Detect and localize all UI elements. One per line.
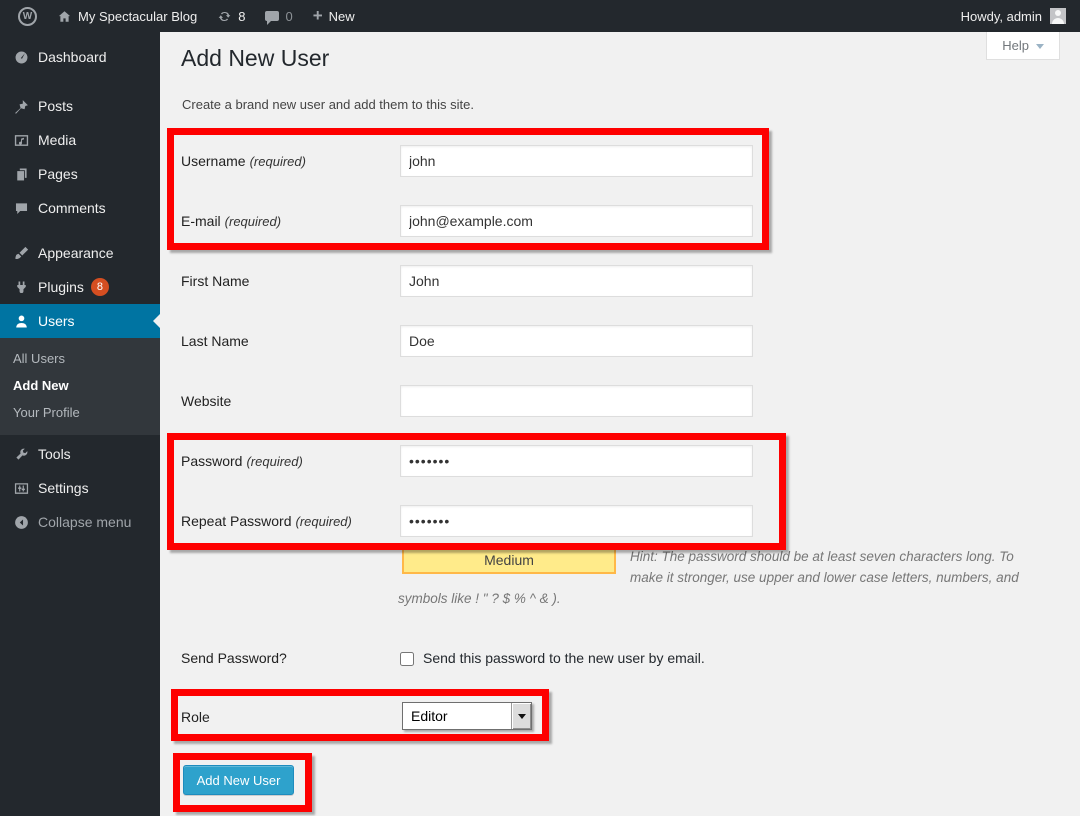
add-new-user-button[interactable]: Add New User bbox=[183, 765, 294, 795]
submenu-item-all-users[interactable]: All Users bbox=[0, 345, 160, 372]
first-name-label: First Name bbox=[181, 273, 249, 289]
password-strength-indicator: Medium bbox=[402, 546, 616, 574]
site-name: My Spectacular Blog bbox=[78, 9, 197, 24]
brush-icon bbox=[11, 243, 31, 263]
collapse-arrow-icon bbox=[11, 512, 31, 532]
sidebar-item-dashboard[interactable]: Dashboard bbox=[0, 40, 160, 74]
role-label: Role bbox=[181, 709, 210, 725]
updates-icon bbox=[217, 9, 232, 24]
new-content-link[interactable]: + New bbox=[303, 0, 365, 32]
home-icon bbox=[57, 9, 72, 24]
account-menu[interactable]: Howdy, admin bbox=[961, 8, 1080, 24]
pages-icon bbox=[11, 164, 31, 184]
avatar bbox=[1050, 8, 1066, 24]
first-name-input[interactable] bbox=[400, 265, 753, 297]
username-label: Username(required) bbox=[181, 153, 306, 169]
update-count: 8 bbox=[238, 9, 245, 24]
password-input[interactable] bbox=[400, 445, 753, 477]
page-title: Add New User bbox=[181, 45, 329, 72]
help-button[interactable]: Help bbox=[986, 32, 1060, 60]
repeat-password-input[interactable] bbox=[400, 505, 753, 537]
plus-icon: + bbox=[313, 9, 323, 23]
repeat-password-label: Repeat Password(required) bbox=[181, 513, 352, 529]
users-icon bbox=[11, 311, 31, 331]
select-dropdown-arrow-icon bbox=[511, 703, 531, 729]
admin-sidebar: Dashboard Posts Media Pages Comments App… bbox=[0, 32, 160, 816]
sidebar-item-pages[interactable]: Pages bbox=[0, 157, 160, 191]
sidebar-item-settings[interactable]: Settings bbox=[0, 471, 160, 505]
admin-bar: W My Spectacular Blog 8 0 + New Howdy, a… bbox=[0, 0, 1080, 32]
media-icon bbox=[11, 130, 31, 150]
howdy-text: Howdy, admin bbox=[961, 9, 1042, 24]
comment-count: 0 bbox=[285, 9, 292, 24]
submenu-item-add-new[interactable]: Add New bbox=[0, 372, 160, 399]
plugins-update-badge: 8 bbox=[91, 278, 109, 296]
updates-link[interactable]: 8 bbox=[207, 0, 255, 32]
comments-icon bbox=[11, 198, 31, 218]
site-name-link[interactable]: My Spectacular Blog bbox=[47, 0, 207, 32]
send-password-checkbox-label: Send this password to the new user by em… bbox=[423, 650, 705, 666]
last-name-label: Last Name bbox=[181, 333, 249, 349]
send-password-label: Send Password? bbox=[181, 650, 287, 666]
username-input[interactable] bbox=[400, 145, 753, 177]
email-input[interactable] bbox=[400, 205, 753, 237]
website-input[interactable] bbox=[400, 385, 753, 417]
role-select-value: Editor bbox=[403, 703, 511, 729]
website-label: Website bbox=[181, 393, 231, 409]
dashboard-icon bbox=[11, 47, 31, 67]
comments-link[interactable]: 0 bbox=[255, 0, 302, 32]
password-label: Password(required) bbox=[181, 453, 303, 469]
wordpress-logo-icon: W bbox=[18, 7, 37, 26]
send-password-checkbox[interactable] bbox=[400, 652, 414, 666]
users-submenu: All Users Add New Your Profile bbox=[0, 338, 160, 435]
page-subtitle: Create a brand new user and add them to … bbox=[182, 97, 474, 112]
sidebar-item-tools[interactable]: Tools bbox=[0, 437, 160, 471]
sidebar-item-plugins[interactable]: Plugins 8 bbox=[0, 270, 160, 304]
password-hint-area: Medium Hint: The password should be at l… bbox=[398, 546, 1044, 609]
sidebar-item-users[interactable]: Users bbox=[0, 304, 160, 338]
pin-icon bbox=[11, 96, 31, 116]
submenu-item-your-profile[interactable]: Your Profile bbox=[0, 399, 160, 426]
role-select[interactable]: Editor bbox=[402, 702, 532, 730]
sidebar-item-comments[interactable]: Comments bbox=[0, 191, 160, 225]
settings-icon bbox=[11, 478, 31, 498]
sidebar-item-posts[interactable]: Posts bbox=[0, 89, 160, 123]
wrench-icon bbox=[11, 444, 31, 464]
sidebar-item-collapse-menu[interactable]: Collapse menu bbox=[0, 505, 160, 539]
wordpress-menu[interactable]: W bbox=[8, 0, 47, 32]
sidebar-item-appearance[interactable]: Appearance bbox=[0, 236, 160, 270]
sidebar-item-media[interactable]: Media bbox=[0, 123, 160, 157]
last-name-input[interactable] bbox=[400, 325, 753, 357]
comments-bubble-icon bbox=[265, 11, 279, 21]
plug-icon bbox=[11, 277, 31, 297]
new-label: New bbox=[329, 9, 355, 24]
email-label: E-mail(required) bbox=[181, 213, 281, 229]
main-content: Help Add New User Create a brand new use… bbox=[160, 32, 1080, 816]
chevron-down-icon bbox=[1036, 44, 1044, 53]
